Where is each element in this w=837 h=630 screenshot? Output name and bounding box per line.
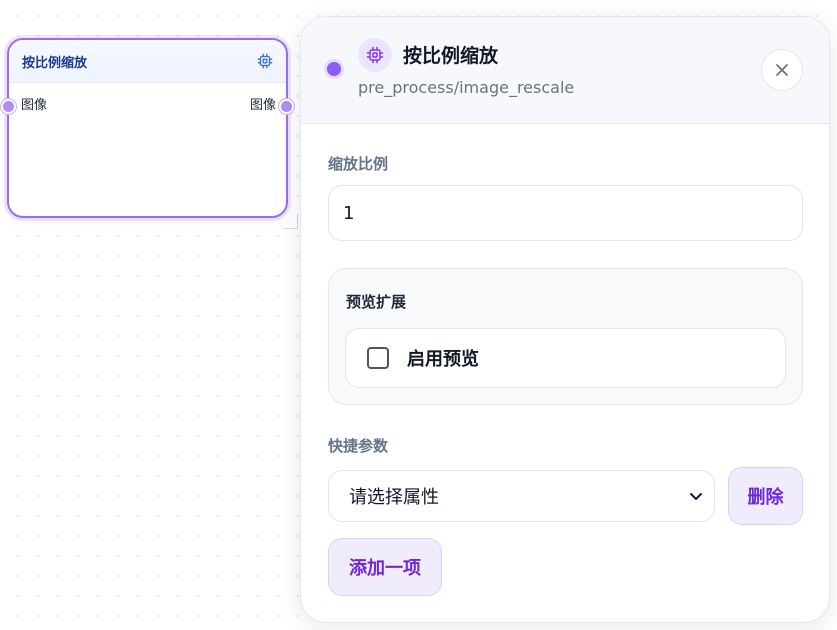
- node-properties-panel: 按比例缩放 pre_process/image_rescale 缩放比例 预览扩…: [300, 16, 830, 623]
- property-select-value: 请选择属性: [349, 487, 439, 508]
- preview-section: 预览扩展 启用预览: [328, 268, 803, 405]
- node-resize-handle[interactable]: [283, 214, 298, 229]
- chip-icon: [256, 52, 274, 70]
- input-port-label: 图像: [21, 98, 48, 113]
- close-button[interactable]: [761, 49, 803, 91]
- property-select[interactable]: 请选择属性: [328, 470, 715, 522]
- enable-preview-checkbox[interactable]: [367, 347, 389, 369]
- node-status-dot: [327, 62, 341, 76]
- output-port-handle[interactable]: [279, 99, 294, 114]
- node-header[interactable]: 按比例缩放: [9, 40, 286, 83]
- preview-section-title: 预览扩展: [346, 293, 407, 311]
- node-path: pre_process/image_rescale: [358, 78, 575, 97]
- add-item-button[interactable]: 添加一项: [328, 538, 442, 596]
- chevron-down-icon: [682, 489, 710, 503]
- rescale-node[interactable]: 按比例缩放 图像 图像: [1, 38, 294, 218]
- shortcut-label: 快捷参数: [328, 437, 389, 455]
- delete-button[interactable]: 删除: [728, 467, 803, 525]
- node-title: 按比例缩放: [22, 55, 88, 71]
- enable-preview-row[interactable]: 启用预览: [345, 328, 786, 388]
- scale-label: 缩放比例: [328, 155, 389, 173]
- chip-icon: [358, 38, 392, 72]
- scale-input[interactable]: [328, 185, 803, 241]
- panel-title: 按比例缩放: [403, 45, 499, 67]
- close-icon: [776, 64, 788, 76]
- input-port-handle[interactable]: [1, 99, 16, 114]
- panel-header: 按比例缩放 pre_process/image_rescale: [301, 17, 829, 124]
- enable-preview-label: 启用预览: [407, 349, 479, 370]
- output-port-label: 图像: [249, 98, 276, 113]
